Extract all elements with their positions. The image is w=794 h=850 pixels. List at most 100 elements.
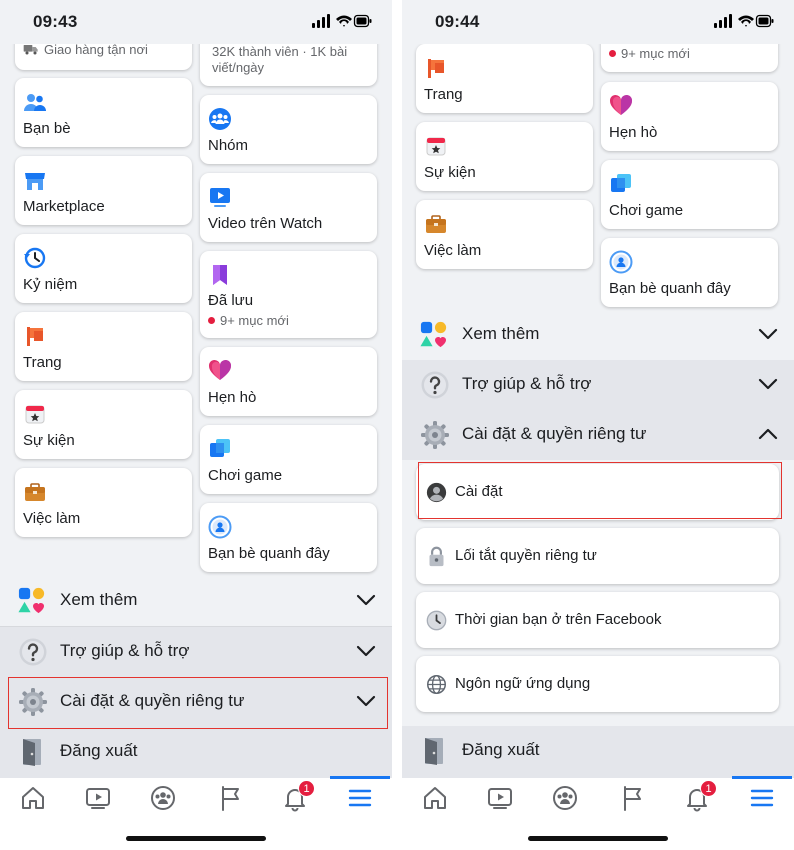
shortcut-gaming[interactable]: Chơi game	[200, 425, 377, 494]
settings-item[interactable]: Cài đặt	[416, 464, 779, 520]
menu-screen: Giao hàng tận nơi Bạn bè Marketplace Kỷ …	[0, 0, 392, 778]
new-items-count: 9+ mục mới	[220, 313, 289, 328]
settings-item-label: Ngôn ngữ ứng dụng	[455, 675, 591, 692]
shortcut-label: Việc làm	[23, 510, 81, 527]
tab-home[interactable]	[421, 784, 449, 812]
settings-item-label: Cài đặt	[455, 483, 503, 500]
menu-hamburger-icon	[748, 784, 776, 812]
tab-pages[interactable]	[216, 784, 244, 812]
new-items-count: 9+ mục mới	[621, 46, 690, 61]
groups-icon	[149, 784, 177, 812]
see-more-row[interactable]: Xem thêm	[0, 576, 392, 626]
privacy-shortcuts-item[interactable]: Lối tắt quyền riêng tư	[416, 528, 779, 584]
chevron-down-icon[interactable]	[758, 377, 778, 391]
pages-flag-icon	[424, 56, 448, 80]
app-language-item[interactable]: Ngôn ngữ ứng dụng	[416, 656, 779, 712]
shortcut-dating[interactable]: Hẹn hò	[601, 82, 778, 151]
shortcut-nearby-friends[interactable]: Bạn bè quanh đây	[200, 503, 377, 572]
dating-heart-icon	[208, 359, 232, 383]
help-row[interactable]: Trợ giúp & hỗ trợ	[402, 360, 794, 410]
shortcut-friends[interactable]: Bạn bè	[15, 78, 192, 147]
settings-privacy-row[interactable]: Cài đặt & quyền riêng tư	[402, 410, 794, 460]
tab-notifications[interactable]: 1	[683, 780, 717, 812]
help-label: Trợ giúp & hỗ trợ	[60, 641, 190, 660]
flag-icon	[618, 784, 646, 812]
shortcut-label: Kỷ niệm	[23, 276, 78, 293]
flag-icon	[216, 784, 244, 812]
watch-video-icon	[208, 185, 232, 209]
home-icon	[19, 784, 47, 812]
shortcut-label: Trang	[23, 354, 62, 371]
tab-menu[interactable]	[732, 776, 792, 812]
tab-notifications[interactable]: 1	[281, 780, 315, 812]
logout-row[interactable]: Đăng xuất	[402, 726, 794, 778]
home-icon	[421, 784, 449, 812]
active-tab-indicator	[330, 776, 390, 779]
see-more-icon	[420, 321, 448, 349]
marketplace-icon	[23, 169, 47, 193]
shortcut-label: Đã lưu	[208, 292, 254, 309]
settings-submenu: Cài đặt Lối tắt quyền riêng tư Thời gian…	[402, 460, 794, 726]
shortcut-label: Video trên Watch	[208, 215, 323, 232]
tab-groups[interactable]	[551, 784, 579, 812]
shortcut-label: Chơi game	[208, 467, 283, 484]
tab-watch[interactable]	[486, 784, 514, 812]
shortcut-marketplace[interactable]: Marketplace	[15, 156, 192, 225]
shortcut-nearby-friends[interactable]: Bạn bè quanh đây	[601, 238, 778, 307]
left-phone-screenshot: Giao hàng tận nơi Bạn bè Marketplace Kỷ …	[0, 0, 392, 850]
shortcut-jobs[interactable]: Việc làm	[416, 200, 593, 269]
bottom-tab-bar: 1	[0, 776, 392, 822]
account-settings-icon	[426, 482, 447, 503]
shortcut-label: Bạn bè quanh đây	[208, 545, 330, 562]
shortcut-groups[interactable]: Nhóm	[200, 95, 377, 164]
help-row[interactable]: Trợ giúp & hỗ trợ	[0, 627, 392, 677]
new-dot	[208, 317, 215, 324]
nearby-friends-icon	[208, 515, 232, 539]
shortcut-saved[interactable]: Đã lưu 9+ mục mới	[200, 251, 377, 338]
shortcut-events[interactable]: Sự kiện	[15, 390, 192, 459]
shortcut-label: Hẹn hò	[208, 389, 257, 406]
shortcut-memories[interactable]: Kỷ niệm	[15, 234, 192, 303]
logout-label: Đăng xuất	[462, 740, 540, 759]
chevron-down-icon[interactable]	[356, 593, 376, 607]
chevron-down-icon[interactable]	[356, 644, 376, 658]
settings-privacy-row[interactable]: Cài đặt & quyền riêng tư	[0, 677, 392, 727]
tab-menu[interactable]	[330, 776, 390, 812]
shortcut-events[interactable]: Sự kiện	[416, 122, 593, 191]
gear-icon	[420, 420, 450, 450]
chevron-down-icon[interactable]	[758, 327, 778, 341]
shortcut-pages[interactable]: Trang	[416, 44, 593, 113]
time-on-facebook-item[interactable]: Thời gian bạn ở trên Facebook	[416, 592, 779, 648]
shortcut-jobs[interactable]: Việc làm	[15, 468, 192, 537]
shortcut-label: Hẹn hò	[609, 124, 658, 141]
events-calendar-icon	[424, 134, 448, 158]
chevron-down-icon[interactable]	[356, 694, 376, 708]
settings-privacy-label: Cài đặt & quyền riêng tư	[462, 424, 647, 443]
pages-flag-icon	[23, 324, 47, 348]
active-tab-indicator	[732, 776, 792, 779]
see-more-label: Xem thêm	[60, 590, 138, 609]
help-question-icon	[420, 370, 450, 400]
logout-door-icon	[420, 736, 450, 766]
shortcut-label: Nhóm	[208, 137, 249, 154]
shortcut-label: Giao hàng tận nơi	[44, 42, 148, 57]
shortcut-watch[interactable]: Video trên Watch	[200, 173, 377, 242]
see-more-row[interactable]: Xem thêm	[402, 310, 794, 360]
logout-row[interactable]: Đăng xuất	[0, 727, 392, 778]
shortcut-dating[interactable]: Hẹn hò	[200, 347, 377, 416]
tab-groups[interactable]	[149, 784, 177, 812]
shortcut-pages[interactable]: Trang	[15, 312, 192, 381]
shortcut-gaming[interactable]: Chơi game	[601, 160, 778, 229]
tab-home[interactable]	[19, 784, 47, 812]
settings-item-label: Thời gian bạn ở trên Facebook	[455, 611, 662, 628]
see-more-label: Xem thêm	[462, 324, 540, 343]
clock-time: 09:44	[435, 12, 480, 31]
tab-watch[interactable]	[84, 784, 112, 812]
groups-icon	[551, 784, 579, 812]
bottom-tab-bar: 1	[402, 776, 794, 822]
tab-pages[interactable]	[618, 784, 646, 812]
memories-icon	[23, 246, 47, 270]
chevron-up-icon[interactable]	[758, 427, 778, 441]
video-icon	[486, 784, 514, 812]
saved-bookmark-icon	[208, 263, 232, 287]
